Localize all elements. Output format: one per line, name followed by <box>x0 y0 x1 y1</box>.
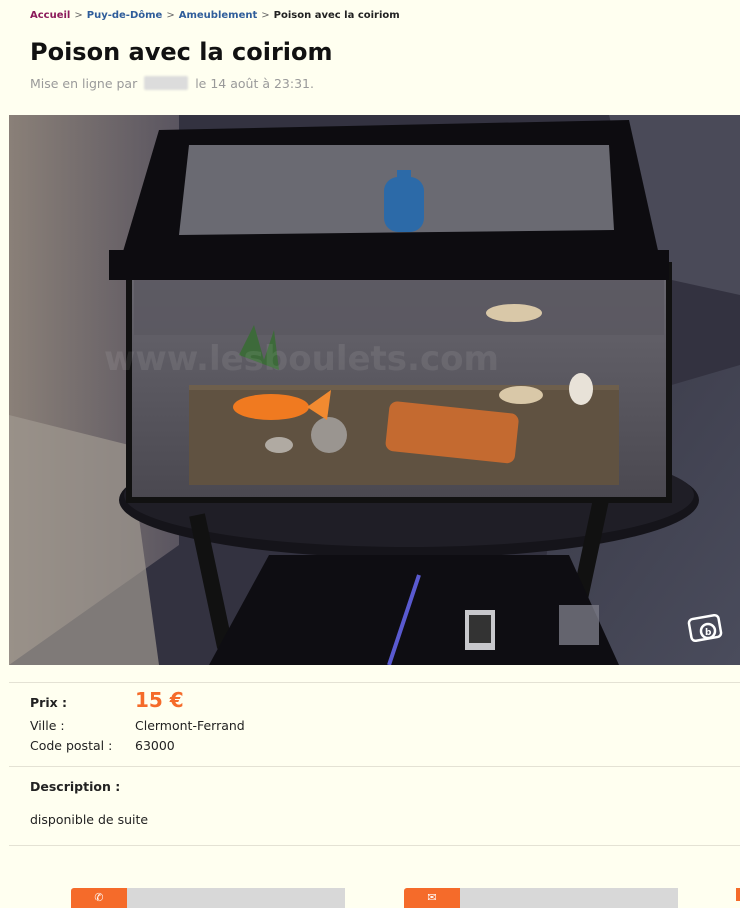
breadcrumb-region-link[interactable]: Puy-de-Dôme <box>87 10 163 21</box>
city-value: Clermont-Ferrand <box>135 718 245 733</box>
listing-photo[interactable]: www.lesboulets.com b <box>9 115 740 665</box>
divider <box>9 766 740 767</box>
breadcrumb-category-link[interactable]: Ameublement <box>179 10 258 21</box>
page-title: Poison avec la coiriom <box>30 38 333 66</box>
price-label: Prix : <box>30 695 68 710</box>
posted-info: Mise en ligne par le 14 août à 23:31. <box>30 76 314 91</box>
posted-prefix: Mise en ligne par <box>30 76 138 91</box>
breadcrumb-separator: > <box>166 10 175 21</box>
breadcrumb-current: Poison avec la coiriom <box>273 10 400 21</box>
description-text: disponible de suite <box>30 812 149 827</box>
divider <box>9 845 740 846</box>
phone-icon: ✆ <box>71 888 127 908</box>
posted-date: le 14 août à 23:31. <box>195 76 314 91</box>
phone-button[interactable]: ✆ <box>71 888 345 908</box>
breadcrumb-separator: > <box>74 10 83 21</box>
photo-watermark: www.lesboulets.com <box>104 339 499 379</box>
description-label: Description : <box>30 779 121 794</box>
price-value: 15 € <box>135 688 184 712</box>
photo-gallery-icon[interactable]: b <box>686 611 726 645</box>
svg-text:b: b <box>705 628 712 638</box>
breadcrumb-home-link[interactable]: Accueil <box>30 10 70 21</box>
city-label: Ville : <box>30 718 65 733</box>
aquarium-photo: www.lesboulets.com <box>9 115 740 665</box>
postal-code-label: Code postal : <box>30 738 113 753</box>
contact-button[interactable]: ✉ <box>404 888 678 908</box>
mail-icon: ✉ <box>404 888 460 908</box>
seller-name-blurred[interactable] <box>144 76 189 90</box>
next-button-edge[interactable] <box>736 888 740 901</box>
divider <box>9 682 740 683</box>
postal-code-value: 63000 <box>135 738 175 753</box>
breadcrumb: Accueil > Puy-de-Dôme > Ameublement > Poison a… <box>30 10 400 21</box>
breadcrumb-separator: > <box>261 10 270 21</box>
